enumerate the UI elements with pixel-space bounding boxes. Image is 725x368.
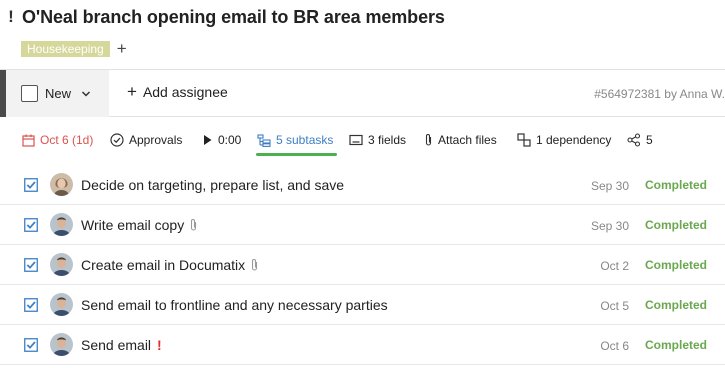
subtask-date: Sep 30 [590, 179, 629, 193]
subtask-list: Decide on targeting, prepare list, and s… [0, 165, 725, 365]
status-dropdown[interactable]: New [6, 70, 109, 117]
tag-housekeeping[interactable]: Housekeeping [21, 41, 110, 57]
subtask-title[interactable]: Send email ! [81, 337, 162, 353]
subtask-date: Oct 2 [600, 259, 629, 273]
task-title[interactable]: O'Neal branch opening email to BR area m… [22, 7, 445, 28]
paperclip-icon [191, 219, 197, 231]
active-tab-underline [256, 153, 337, 156]
subtask-row[interactable]: Write email copy Sep 30 Completed [0, 205, 725, 245]
paperclip-icon [252, 259, 258, 271]
attach-files-label: Attach files [438, 133, 497, 147]
add-tag-button[interactable]: + [117, 40, 127, 57]
subtask-status[interactable]: Completed [645, 258, 707, 272]
add-assignee-button[interactable]: + Add assignee [127, 82, 228, 101]
subtasks-icon [257, 133, 271, 147]
subtask-name: Write email copy [81, 217, 185, 233]
avatar[interactable] [50, 253, 73, 276]
avatar[interactable] [50, 333, 73, 356]
fields-label: 3 fields [368, 133, 407, 147]
task-header: ! O'Neal branch opening email to BR area… [0, 0, 725, 34]
fields-icon [349, 134, 363, 146]
subtask-title[interactable]: Send email to frontline and any necessar… [81, 297, 388, 313]
plus-icon: + [127, 82, 137, 101]
status-label: New [45, 86, 72, 101]
chevron-down-icon [81, 90, 91, 97]
task-meta-bar: Oct 6 (1d) Approvals 0:00 5 subtasks 3 f [0, 126, 725, 158]
fields-button[interactable]: 3 fields [349, 133, 406, 147]
add-assignee-label: Add assignee [142, 84, 228, 100]
checked-checkbox-icon[interactable] [24, 338, 38, 352]
approvals-button[interactable]: Approvals [110, 133, 182, 147]
checked-checkbox-icon[interactable] [24, 218, 38, 232]
dependency-label: 1 dependency [536, 133, 612, 147]
subtasks-label: 5 subtasks [276, 133, 334, 147]
share-button[interactable]: 5 [627, 133, 653, 147]
timer-button[interactable]: 0:00 [202, 133, 241, 147]
attach-files-button[interactable]: Attach files [424, 133, 497, 147]
subtask-name: Create email in Documatix [81, 257, 246, 273]
urgent-priority-icon: ! [157, 337, 162, 353]
checked-checkbox-icon[interactable] [24, 298, 38, 312]
subtask-date: Oct 6 [600, 339, 629, 353]
complete-checkbox[interactable] [21, 85, 38, 102]
dependency-icon [517, 133, 531, 147]
subtask-name: Decide on targeting, prepare list, and s… [81, 177, 345, 193]
play-icon [204, 135, 212, 145]
avatar[interactable] [50, 213, 73, 236]
subtask-title[interactable]: Write email copy [81, 217, 198, 233]
subtasks-tab[interactable]: 5 subtasks [257, 133, 333, 147]
checked-checkbox-icon[interactable] [24, 178, 38, 192]
subtask-title[interactable]: Create email in Documatix [81, 257, 259, 273]
avatar[interactable] [50, 173, 73, 196]
task-toolbar: New + Add assignee #564972381 by Anna W. [0, 69, 725, 117]
share-count: 5 [646, 133, 653, 147]
subtask-status[interactable]: Completed [645, 338, 707, 352]
due-date-button[interactable]: Oct 6 (1d) [22, 133, 93, 147]
subtask-row[interactable]: Create email in Documatix Oct 2 Complete… [0, 245, 725, 285]
subtask-row[interactable]: Send email ! Oct 6 Completed [0, 325, 725, 365]
checked-checkbox-icon[interactable] [24, 258, 38, 272]
task-id-text: #564972381 by Anna W. [594, 87, 725, 101]
approvals-label: Approvals [129, 133, 183, 147]
tag-row: Housekeeping + [21, 40, 127, 58]
subtask-row[interactable]: Decide on targeting, prepare list, and s… [0, 165, 725, 205]
check-circle-icon [110, 133, 124, 147]
calendar-icon [22, 134, 35, 147]
share-icon [627, 133, 641, 147]
avatar[interactable] [50, 293, 73, 316]
subtask-status[interactable]: Completed [645, 178, 707, 192]
subtask-row[interactable]: Send email to frontline and any necessar… [0, 285, 725, 325]
subtask-status[interactable]: Completed [645, 298, 707, 312]
dependency-button[interactable]: 1 dependency [517, 133, 611, 147]
subtask-status[interactable]: Completed [645, 218, 707, 232]
timer-value: 0:00 [218, 133, 242, 147]
paperclip-icon [425, 134, 432, 146]
subtask-date: Sep 30 [590, 219, 629, 233]
subtask-name: Send email [81, 337, 152, 353]
due-date-label: Oct 6 (1d) [40, 133, 94, 147]
subtask-name: Send email to frontline and any necessar… [81, 297, 388, 313]
subtask-title[interactable]: Decide on targeting, prepare list, and s… [81, 177, 344, 193]
subtask-date: Oct 5 [600, 299, 629, 313]
priority-marker[interactable]: ! [0, 7, 22, 27]
